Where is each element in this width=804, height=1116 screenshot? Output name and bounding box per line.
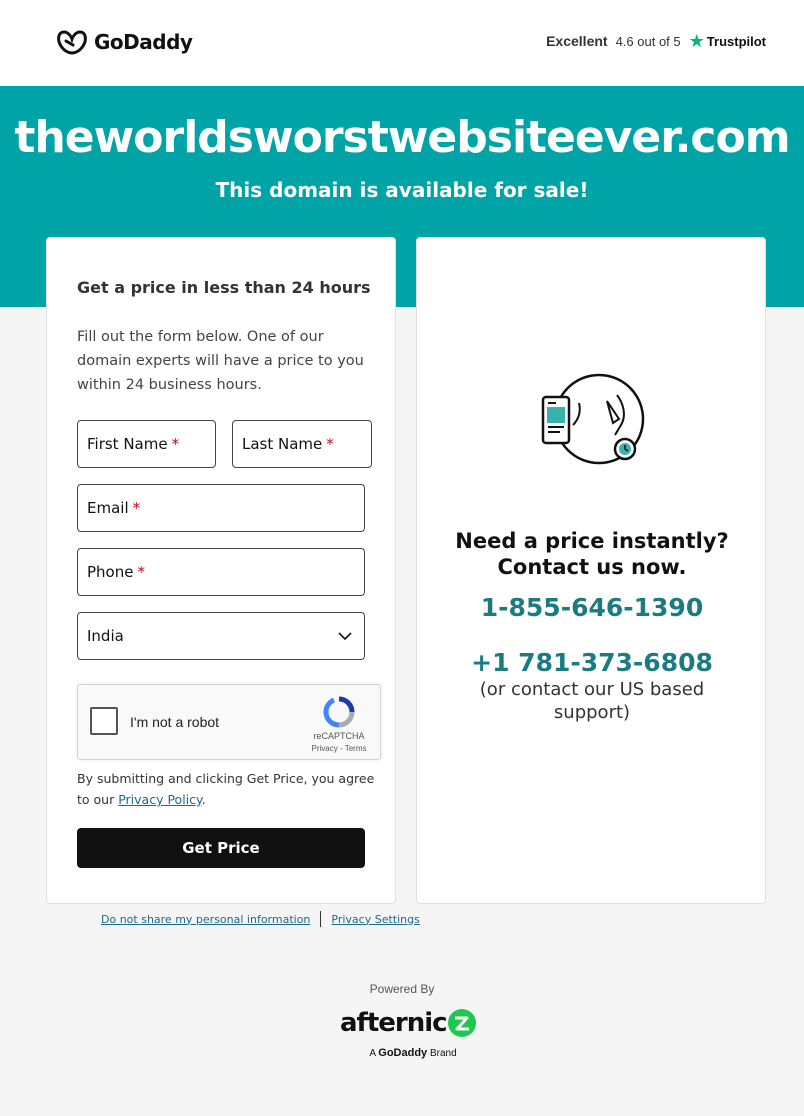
divider bbox=[320, 911, 322, 927]
powered-by-label: Powered By bbox=[369, 982, 435, 996]
form-title: Get a price in less than 24 hours bbox=[77, 278, 371, 297]
phone-note: (or contact our US based support) bbox=[479, 679, 705, 723]
afternic-icon bbox=[447, 1009, 476, 1037]
phone-primary-link[interactable]: 1-855-646-1390 bbox=[417, 593, 767, 622]
godaddy-logo-icon bbox=[57, 30, 87, 55]
do-not-share-link[interactable]: Do not share my personal information bbox=[101, 913, 310, 926]
agreement-end: . bbox=[201, 792, 206, 807]
required-mark: * bbox=[171, 435, 180, 453]
recaptcha-widget: I'm not a robot reCAPTCHA Privacy - Term… bbox=[77, 684, 381, 760]
recaptcha-icon bbox=[323, 696, 355, 728]
godaddy-logo[interactable]: GoDaddy bbox=[56, 28, 193, 56]
phone-secondary-link[interactable]: +1 781-373-6808 bbox=[417, 648, 767, 677]
sale-subtitle: This domain is available for sale! bbox=[215, 178, 589, 202]
phone-field[interactable]: Phone * bbox=[77, 548, 365, 596]
first-name-field[interactable]: First Name * bbox=[77, 420, 216, 468]
privacy-policy-link[interactable]: Privacy Policy bbox=[118, 792, 201, 807]
chevron-down-icon bbox=[338, 632, 352, 641]
afternic-logo[interactable]: afternic bbox=[340, 1008, 477, 1038]
first-name-label: First Name bbox=[87, 435, 168, 453]
top-bar: GoDaddy Excellent 4.6 out of 5 ★ Trustpi… bbox=[0, 0, 804, 86]
last-name-label: Last Name bbox=[242, 435, 323, 453]
trustpilot-brand: Trustpilot bbox=[706, 33, 766, 49]
phone-label: Phone bbox=[87, 563, 134, 581]
godaddy-brand-tagline: A GoDaddy Brand bbox=[0, 1047, 804, 1059]
contact-card: Need a price instantly? Contact us now. … bbox=[416, 237, 766, 904]
captcha-brand: reCAPTCHA bbox=[313, 731, 365, 741]
last-name-field[interactable]: Last Name * bbox=[232, 420, 372, 468]
contact-heading-line1: Need a price instantly? bbox=[455, 529, 729, 553]
agreement-text: By submitting and clicking Get Price, yo… bbox=[77, 768, 377, 810]
phone-clock-illustration-icon bbox=[541, 373, 645, 465]
email-field[interactable]: Email * bbox=[77, 484, 365, 532]
trustpilot-rating-word: Excellent bbox=[546, 33, 608, 49]
brand-name: GoDaddy bbox=[378, 1047, 428, 1059]
privacy-settings-link[interactable]: Privacy Settings bbox=[331, 913, 419, 926]
footer-links: Do not share my personal information Pri… bbox=[101, 911, 420, 927]
trustpilot-score: 4.6 out of 5 bbox=[615, 33, 681, 49]
brand-prefix: A bbox=[369, 1048, 376, 1059]
required-mark: * bbox=[132, 499, 141, 517]
email-label: Email bbox=[87, 499, 129, 517]
contact-heading-line2: Contact us now. bbox=[497, 555, 687, 579]
price-form-card: Get a price in less than 24 hours Fill o… bbox=[46, 237, 396, 904]
domain-title: theworldsworstwebsiteever.com bbox=[14, 112, 790, 163]
trustpilot-widget[interactable]: Excellent 4.6 out of 5 ★ Trustpilot bbox=[546, 32, 766, 50]
star-icon: ★ bbox=[688, 31, 705, 51]
contact-heading: Need a price instantly? Contact us now. bbox=[417, 528, 767, 580]
captcha-label: I'm not a robot bbox=[130, 714, 220, 730]
country-select[interactable]: India bbox=[77, 612, 365, 660]
country-value: India bbox=[87, 627, 124, 645]
captcha-links[interactable]: Privacy - Terms bbox=[304, 744, 374, 753]
logo-text: GoDaddy bbox=[94, 30, 193, 54]
get-price-button[interactable]: Get Price bbox=[77, 828, 365, 868]
form-description: Fill out the form below. One of our doma… bbox=[77, 329, 364, 393]
afternic-wordmark: afternic bbox=[340, 1008, 448, 1038]
required-mark: * bbox=[137, 563, 145, 581]
brand-suffix: Brand bbox=[429, 1048, 457, 1059]
captcha-checkbox[interactable] bbox=[90, 707, 118, 735]
required-mark: * bbox=[326, 435, 334, 453]
